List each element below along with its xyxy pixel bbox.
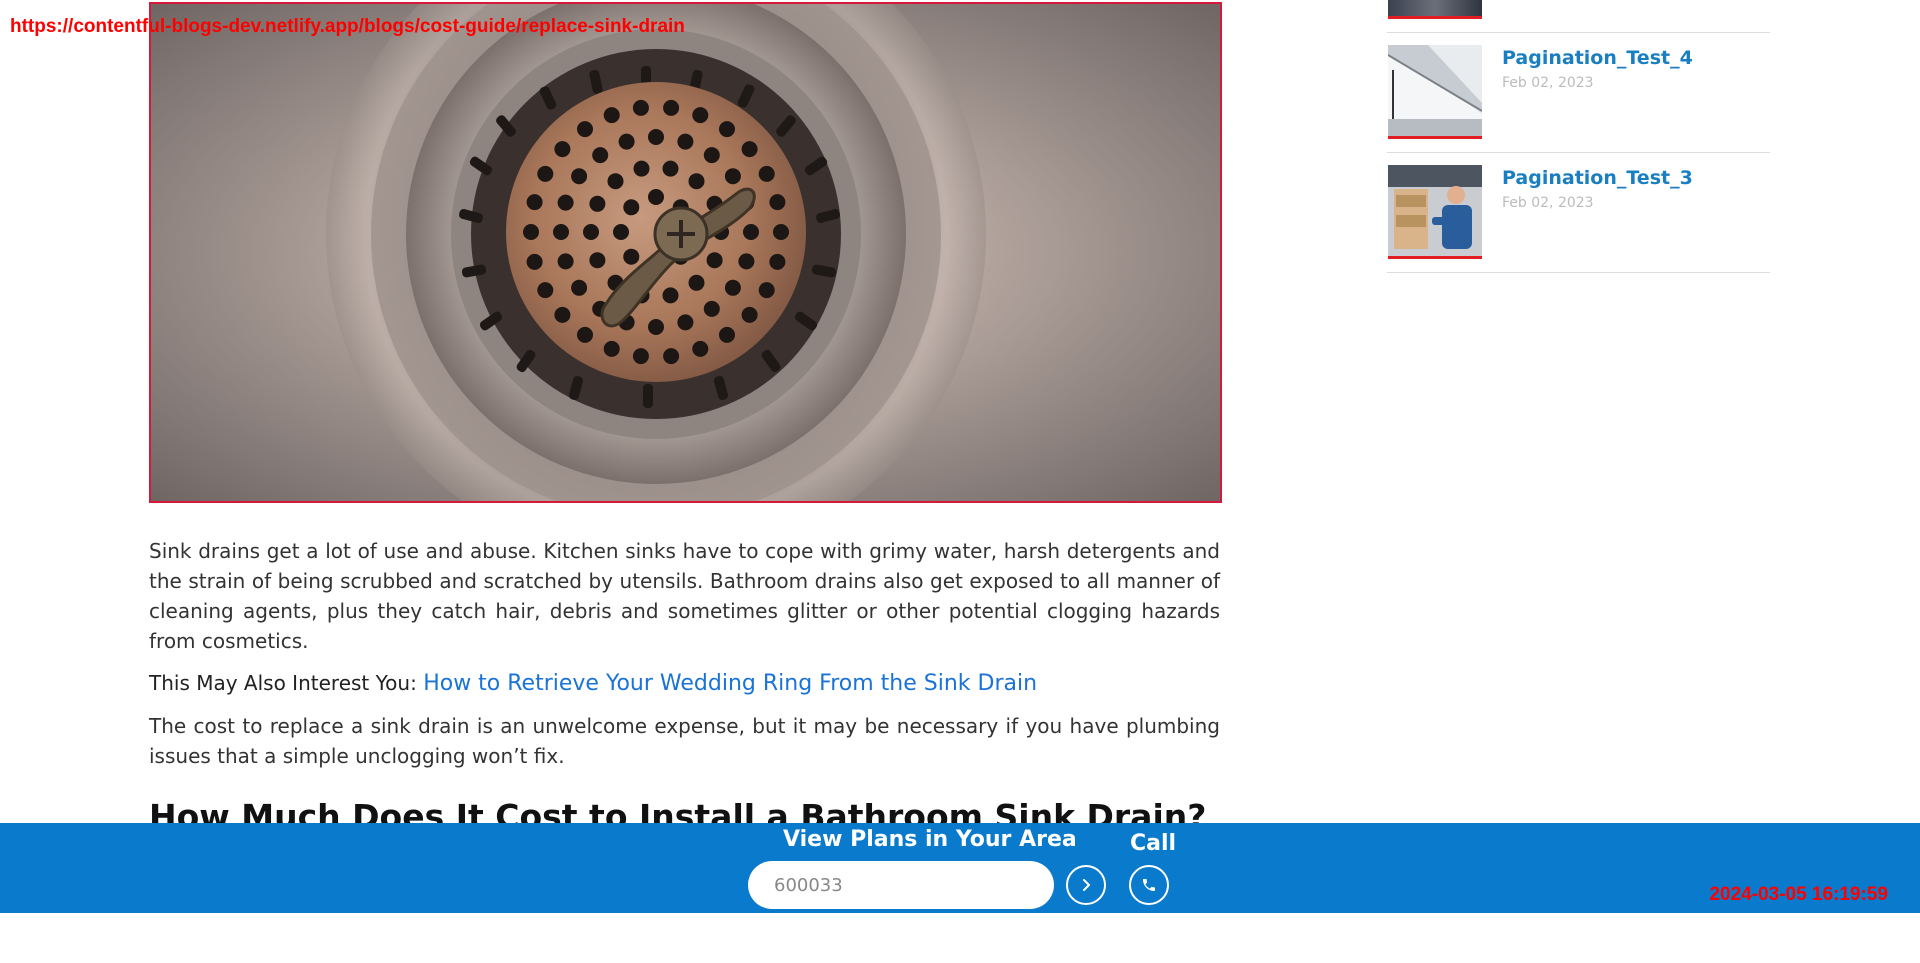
strainer-hole — [741, 306, 758, 323]
strainer-hole — [537, 165, 554, 182]
strainer-hole — [526, 253, 543, 270]
sidebar-item[interactable]: Pagination_Test_3 Feb 02, 2023 — [1387, 153, 1770, 273]
article-body: Sink drains get a lot of use and abuse. … — [149, 536, 1220, 839]
strainer-hole — [577, 326, 593, 343]
strainer-hole — [758, 165, 775, 182]
strainer-hole — [741, 141, 758, 158]
call-button[interactable] — [1129, 865, 1169, 905]
strainer-hole — [603, 340, 620, 357]
house-roof-thumbnail — [1388, 45, 1482, 136]
strainer-hole — [557, 194, 574, 211]
timestamp-overlay: 2024-03-05 16:19:59 — [1709, 884, 1888, 905]
strainer-hole — [571, 168, 588, 185]
strainer-hole — [632, 348, 649, 365]
strainer-hole — [773, 224, 789, 240]
chevron-right-icon — [1083, 879, 1090, 891]
sidebar-item-title[interactable]: Pagination_Test_4 — [1502, 47, 1693, 69]
sidebar-item-date: Feb 02, 2023 — [1502, 75, 1594, 91]
view-plans-bar: View Plans in Your Area Call — [0, 823, 1920, 913]
strainer-hole — [758, 282, 775, 299]
view-plans-title: View Plans in Your Area — [783, 827, 1077, 852]
strainer-hole — [724, 279, 741, 296]
strainer-hole — [692, 340, 709, 357]
strainer-hole — [592, 147, 609, 164]
hero-image — [149, 2, 1222, 503]
strainer-hole — [706, 252, 723, 269]
strainer-hole — [589, 252, 606, 269]
strainer-hole — [577, 121, 593, 138]
strainer-hole — [603, 107, 620, 124]
interest-label: This May Also Interest You: — [149, 671, 424, 695]
strainer-hole — [537, 282, 554, 299]
strainer-hole — [743, 224, 759, 240]
strainer-hole — [554, 141, 571, 158]
sidebar-item-title[interactable]: Pagination_Test_3 — [1502, 167, 1693, 189]
strainer-hole — [662, 287, 679, 304]
sidebar-thumbnail[interactable] — [1388, 45, 1482, 139]
strainer-hole — [523, 224, 539, 240]
strainer-hole — [633, 160, 650, 177]
strainer-hole — [648, 189, 664, 205]
strainer-hole — [769, 194, 786, 211]
page: https://contentful-blogs-dev.netlify.app… — [0, 0, 1920, 963]
strainer-hole — [688, 173, 705, 190]
strainer-hole — [623, 248, 640, 265]
strainer-hole — [692, 107, 709, 124]
strainer-hole — [703, 300, 720, 317]
strainer-hole — [526, 194, 543, 211]
strainer-hole — [553, 224, 569, 240]
sidebar-item-date: Feb 02, 2023 — [1502, 195, 1594, 211]
call-label: Call — [1130, 831, 1177, 856]
strainer-hole — [738, 253, 755, 270]
sidebar-item[interactable]: Pagination_Test_4 Feb 02, 2023 — [1387, 33, 1770, 153]
view-plans-go-button[interactable] — [1066, 865, 1106, 905]
strainer-hole — [662, 160, 679, 177]
strainer-hole — [557, 253, 574, 270]
strainer-hole — [583, 224, 599, 240]
strainer-hole — [719, 326, 735, 343]
strainer-hole — [688, 274, 705, 291]
strainer-hole — [571, 279, 588, 296]
strainer-hole — [663, 348, 680, 365]
recent-posts-sidebar: Pagination_Test_4 Feb 02, 2023 Paginatio… — [1387, 0, 1770, 273]
technician-thumbnail — [1388, 165, 1482, 256]
strainer-hole — [663, 99, 680, 116]
url-overlay: https://contentful-blogs-dev.netlify.app… — [10, 16, 685, 37]
phone-icon — [1143, 879, 1155, 891]
article-paragraph-2: The cost to replace a sink drain is an u… — [149, 714, 1220, 768]
strainer-hole — [719, 121, 735, 138]
strainer-hole — [613, 224, 629, 240]
strainer-hole — [724, 168, 741, 185]
strainer-hole — [677, 133, 694, 150]
strainer-hole — [703, 147, 720, 164]
strainer-hole — [589, 195, 606, 212]
strainer-hole — [648, 129, 664, 145]
strainer-hole — [618, 133, 635, 150]
strainer-hole — [554, 306, 571, 323]
interest-link[interactable]: How to Retrieve Your Wedding Ring From t… — [423, 671, 1037, 696]
sink-drain-illustration — [326, 4, 986, 501]
strainer-hole — [607, 173, 624, 190]
article-paragraph-1: Sink drains get a lot of use and abuse. … — [149, 539, 1220, 653]
sidebar-thumbnail[interactable] — [1388, 165, 1482, 259]
zip-code-input[interactable] — [748, 861, 1054, 909]
interest-line: This May Also Interest You: How to Retri… — [149, 668, 1220, 699]
strainer-hole — [769, 253, 786, 270]
sidebar-thumbnail-partial[interactable] — [1388, 0, 1482, 19]
strainer-hole — [648, 319, 664, 335]
strainer-hole — [677, 314, 694, 331]
strainer-hole — [632, 99, 649, 116]
strainer-hole — [623, 199, 640, 216]
